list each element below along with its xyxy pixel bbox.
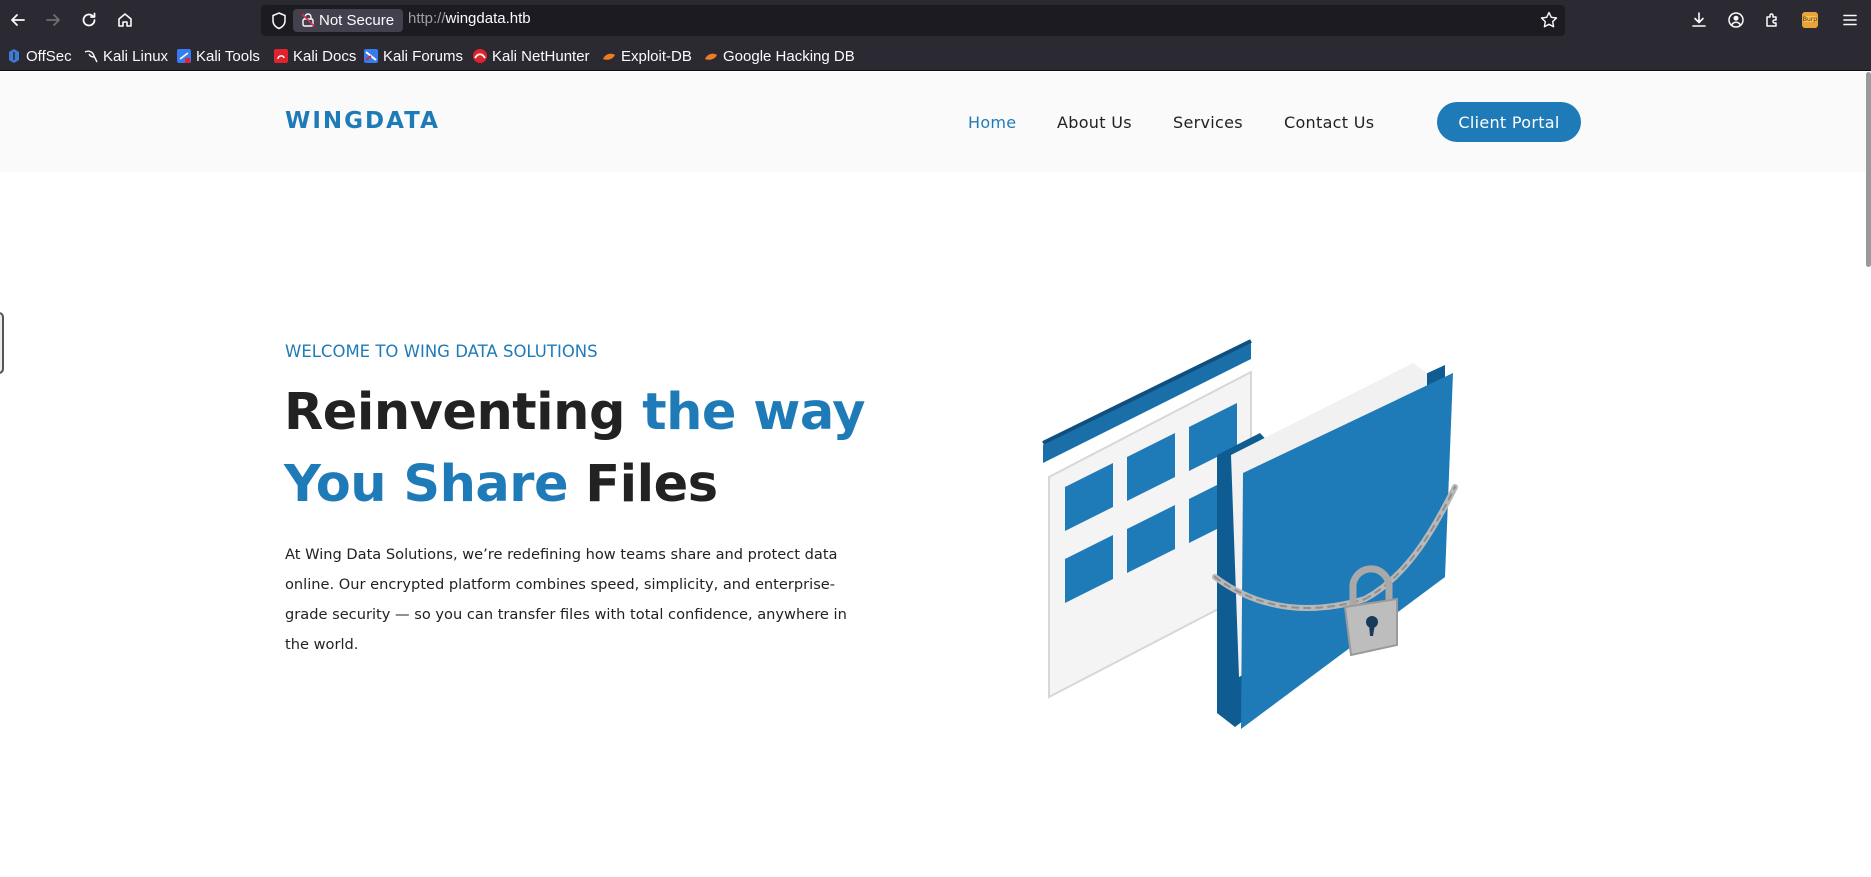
page-scrollbar[interactable] — [1866, 72, 1871, 267]
bookmark-kali-forums[interactable]: Kali Forums — [363, 46, 463, 66]
url-text[interactable]: http://wingdata.htb — [408, 10, 531, 27]
url-scheme: http:// — [408, 10, 446, 27]
not-secure-badge[interactable]: Not Secure — [293, 9, 404, 32]
nethunter-icon — [473, 49, 487, 63]
bookmark-label: Kali Forums — [383, 47, 464, 65]
shield-icon[interactable] — [269, 11, 289, 31]
download-icon — [1692, 12, 1706, 27]
browser-toolbar: Not Secure http://wingdata.htb Burp — [0, 0, 1871, 41]
headline-part: Reinventing — [284, 383, 643, 442]
burp-icon: Burp — [1802, 12, 1818, 28]
reload-icon — [82, 12, 96, 27]
puzzle-icon — [1766, 13, 1777, 27]
hamburger-menu-icon — [1843, 14, 1857, 26]
bookmark-kali-linux[interactable]: Kali Linux — [83, 46, 168, 66]
app-menu-button[interactable] — [1838, 8, 1862, 32]
hero-headline: Reinventing the way You Share Files — [284, 377, 865, 521]
url-bar[interactable]: Not Secure http://wingdata.htb — [261, 5, 1565, 36]
bookmark-label: Kali Docs — [293, 47, 357, 65]
kali-tools-icon — [177, 49, 191, 63]
headline-highlight: the way — [642, 383, 865, 442]
bookmark-label: Kali Linux — [103, 47, 169, 65]
account-button[interactable] — [1724, 8, 1748, 32]
bookmark-google-hacking-db[interactable]: Google Hacking DB — [703, 46, 855, 66]
security-label: Not Secure — [319, 12, 395, 29]
bookmark-exploit-db[interactable]: Exploit-DB — [601, 46, 692, 66]
nav-home[interactable]: Home — [968, 113, 1016, 132]
account-icon — [1728, 12, 1744, 28]
nav-services[interactable]: Services — [1173, 113, 1243, 132]
insecure-lock-icon — [301, 13, 315, 27]
bookmark-label: Exploit-DB — [621, 47, 692, 65]
bookmarks-toolbar: OffSec Kali Linux Kali Tools Kali Docs K… — [0, 41, 1871, 71]
client-portal-button[interactable]: Client Portal — [1437, 102, 1581, 142]
nav-contact-us[interactable]: Contact Us — [1284, 113, 1374, 132]
bookmark-label: Google Hacking DB — [723, 47, 855, 65]
site-header: WINGDATA Home About Us Services Contact … — [0, 72, 1871, 172]
hero-eyebrow: WELCOME TO WING DATA SOLUTIONS — [285, 342, 598, 361]
reload-button[interactable] — [77, 8, 101, 32]
hero-description: At Wing Data Solutions, we’re redefining… — [285, 546, 847, 653]
kali-docs-icon — [274, 49, 288, 63]
bookmark-kali-tools[interactable]: Kali Tools — [176, 46, 260, 66]
bookmark-label: OffSec — [26, 47, 72, 65]
exploit-db-icon — [603, 53, 615, 60]
locked-folder-illustration — [1042, 339, 1458, 729]
arrow-right-icon — [46, 14, 60, 26]
bookmark-label: Kali Tools — [196, 47, 260, 65]
forward-button[interactable] — [41, 8, 65, 32]
headline-highlight: You Share — [284, 455, 569, 514]
bookmark-offsec[interactable]: OffSec — [6, 46, 72, 66]
nav-about-us[interactable]: About Us — [1057, 113, 1132, 132]
brand-logo[interactable]: WINGDATA — [285, 108, 440, 134]
side-tab-handle[interactable] — [0, 312, 4, 374]
burp-extension-button[interactable]: Burp — [1798, 8, 1822, 32]
home-button[interactable] — [113, 8, 137, 32]
ghdb-icon — [705, 53, 717, 60]
url-host: wingdata.htb — [445, 10, 531, 27]
svg-text:Burp: Burp — [1803, 16, 1817, 23]
bookmark-kali-docs[interactable]: Kali Docs — [273, 46, 356, 66]
bookmark-kali-nethunter[interactable]: Kali NetHunter — [472, 46, 590, 66]
kali-dragon-icon — [84, 50, 98, 63]
bookmark-label: Kali NetHunter — [492, 47, 590, 65]
home-icon — [118, 13, 132, 27]
kali-forums-icon — [364, 49, 378, 63]
bookmark-star-icon[interactable] — [1539, 10, 1559, 30]
headline-part: Files — [568, 455, 718, 514]
offsec-icon — [9, 49, 19, 63]
extensions-button[interactable] — [1760, 8, 1784, 32]
web-page: WINGDATA Home About Us Services Contact … — [0, 72, 1871, 877]
downloads-button[interactable] — [1687, 8, 1711, 32]
back-button[interactable] — [6, 8, 30, 32]
arrow-left-icon — [11, 14, 25, 26]
